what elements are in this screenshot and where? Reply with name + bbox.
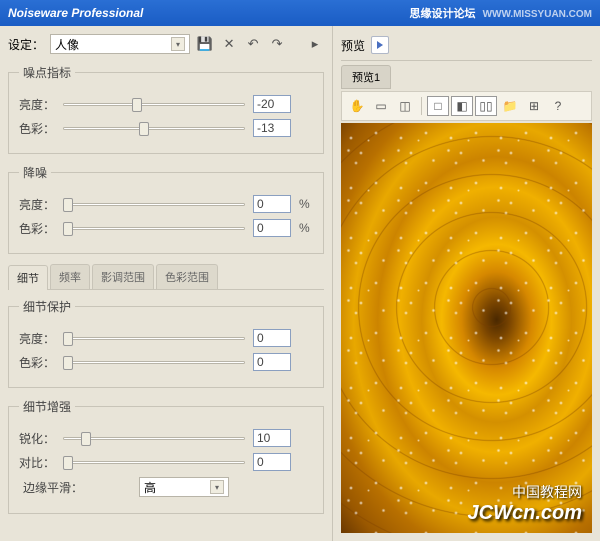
edge-smooth-dropdown[interactable]: 高 ▾	[139, 477, 229, 497]
crop-icon[interactable]: ◫	[394, 96, 416, 116]
view-split-v-icon[interactable]: ▯▯	[475, 96, 497, 116]
dn-color-value[interactable]: 0	[253, 219, 291, 237]
marquee-icon[interactable]: ▭	[370, 96, 392, 116]
dn-color-slider[interactable]	[63, 219, 245, 237]
hand-tool-icon[interactable]: ✋	[346, 96, 368, 116]
de-sharpen-slider[interactable]	[63, 429, 245, 447]
noise-index-group: 噪点指标 亮度： -20 色彩： -13	[8, 64, 324, 154]
redo-icon[interactable]: ↷	[268, 35, 286, 53]
brightness-label: 亮度：	[19, 96, 55, 113]
de-sharpen-value[interactable]: 10	[253, 429, 291, 447]
preview-image[interactable]: 中国教程网 JCWcn.com	[341, 123, 592, 533]
denoise-group: 降噪 亮度： 0 % 色彩： 0 %	[8, 164, 324, 254]
ni-color-slider[interactable]	[63, 119, 245, 137]
preview-play-button[interactable]	[371, 36, 389, 54]
de-contrast-value[interactable]: 0	[253, 453, 291, 471]
view-single-icon[interactable]: □	[427, 96, 449, 116]
dn-brightness-slider[interactable]	[63, 195, 245, 213]
right-panel: 预览 预览1 ✋ ▭ ◫ □ ◧ ▯▯ 📁 ⊞ ? 中国教程网 JCWcn.co…	[332, 26, 600, 541]
chevron-down-icon: ▾	[171, 37, 185, 51]
titlebar: Noiseware Professional 思缘设计论坛 WWW.MISSYU…	[0, 0, 600, 26]
play-icon	[377, 41, 383, 49]
de-contrast-slider[interactable]	[63, 453, 245, 471]
ni-brightness-slider[interactable]	[63, 95, 245, 113]
tab-color-range[interactable]: 色彩范围	[156, 264, 218, 289]
settings-icon[interactable]: ⊞	[523, 96, 545, 116]
chevron-down-icon: ▾	[210, 480, 224, 494]
dp-brightness-slider[interactable]	[63, 329, 245, 347]
preview-tab-1[interactable]: 预览1	[341, 65, 391, 89]
color-label: 色彩：	[19, 120, 55, 137]
view-split-h-icon[interactable]: ◧	[451, 96, 473, 116]
titlebar-right: 思缘设计论坛 WWW.MISSYUAN.COM	[410, 5, 593, 21]
ni-brightness-value[interactable]: -20	[253, 95, 291, 113]
watermark: 中国教程网 JCWcn.com	[468, 482, 582, 525]
detail-enhance-group: 细节增强 锐化： 10 对比： 0 边缘平滑： 高 ▾	[8, 398, 324, 514]
dn-brightness-value[interactable]: 0	[253, 195, 291, 213]
detail-protect-group: 细节保护 亮度： 0 色彩： 0	[8, 298, 324, 388]
tab-freq[interactable]: 频率	[50, 264, 90, 289]
undo-icon[interactable]: ↶	[244, 35, 262, 53]
save-icon[interactable]: 💾	[196, 35, 214, 53]
detail-tabs: 细节 频率 影调范围 色彩范围	[8, 264, 324, 290]
tab-tone[interactable]: 影调范围	[92, 264, 154, 289]
delete-icon[interactable]: ✕	[220, 35, 238, 53]
help-icon[interactable]: ?	[547, 96, 569, 116]
preview-label: 预览	[341, 37, 365, 54]
tab-detail[interactable]: 细节	[8, 265, 48, 290]
settings-label: 设定：	[8, 36, 44, 53]
preview-toolbar: ✋ ▭ ◫ □ ◧ ▯▯ 📁 ⊞ ?	[341, 91, 592, 121]
folder-icon[interactable]: 📁	[499, 96, 521, 116]
dp-brightness-value[interactable]: 0	[253, 329, 291, 347]
preset-dropdown[interactable]: 人像 ▾	[50, 34, 190, 54]
dp-color-slider[interactable]	[63, 353, 245, 371]
left-panel: 设定： 人像 ▾ 💾 ✕ ↶ ↷ ▸ 噪点指标 亮度： -20 色彩： -13	[0, 26, 332, 541]
menu-icon[interactable]: ▸	[306, 35, 324, 53]
ni-color-value[interactable]: -13	[253, 119, 291, 137]
app-title: Noiseware Professional	[8, 6, 143, 20]
dp-color-value[interactable]: 0	[253, 353, 291, 371]
